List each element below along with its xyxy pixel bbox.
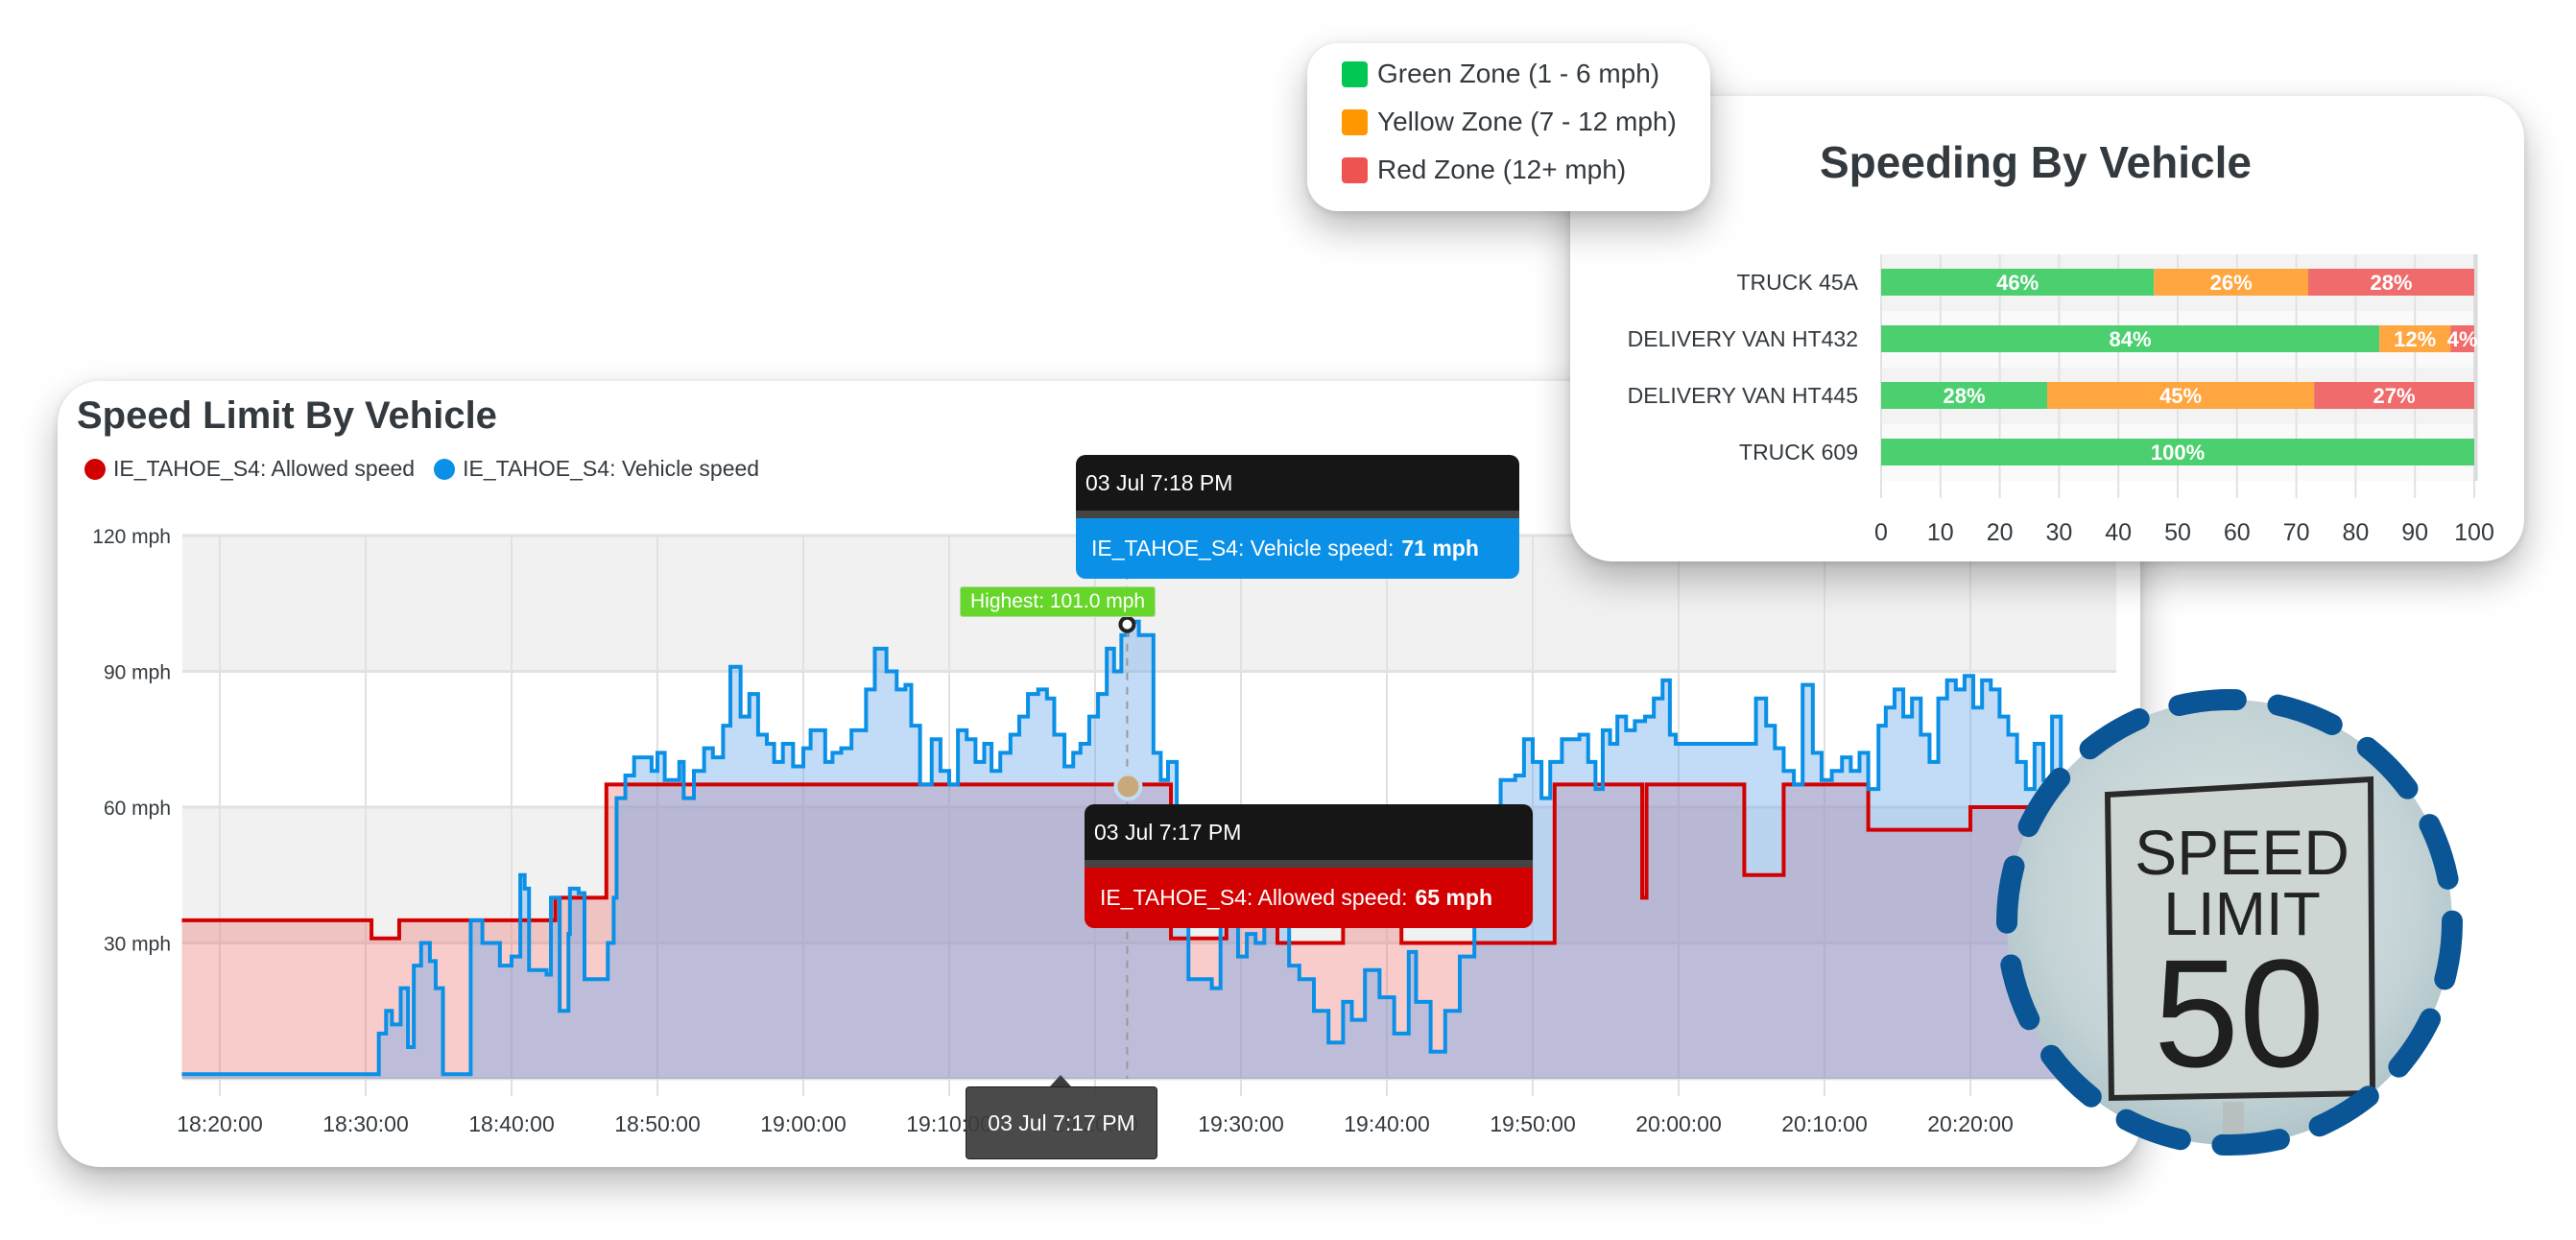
legend-yellow-zone[interactable]: Yellow Zone (7 - 12 mph): [1342, 107, 1677, 137]
bar-value-label: 46%: [1996, 271, 2039, 295]
tooltip-time: 03 Jul 7:17 PM: [1085, 804, 1533, 868]
bar-value-label: 12%: [2394, 327, 2436, 351]
yellow-swatch-icon: [1342, 108, 1368, 135]
highest-speed-label: Highest: 101.0 mph: [960, 586, 1157, 617]
legend-label: IE_TAHOE_S4: Allowed speed: [113, 456, 416, 481]
vehicle-speed-tooltip: 03 Jul 7:18 PM IE_TAHOE_S4: Vehicle spee…: [1076, 455, 1519, 579]
allowed-speed-tooltip: 03 Jul 7:17 PM IE_TAHOE_S4: Allowed spee…: [1085, 804, 1533, 928]
sign-text-speed: SPEED: [2135, 817, 2349, 888]
crosshair-time-label: 03 Jul 7:17 PM: [966, 1086, 1157, 1159]
legend-item-allowed-speed[interactable]: IE_TAHOE_S4: Allowed speed: [84, 456, 415, 482]
category-label: DELIVERY VAN HT445: [1628, 383, 1858, 408]
tooltip-time: 03 Jul 7:18 PM: [1076, 455, 1519, 518]
legend-green-zone[interactable]: Green Zone (1 - 6 mph): [1342, 59, 1659, 89]
red-swatch-icon: [1342, 156, 1368, 183]
legend-label: Green Zone (1 - 6 mph): [1377, 59, 1660, 88]
legend-red-zone[interactable]: Red Zone (12+ mph): [1342, 155, 1626, 185]
bar-value-label: 26%: [2210, 271, 2253, 295]
allowed-speed-dot-icon: [84, 458, 106, 480]
x-tick-label: 50: [2164, 519, 2191, 546]
bar-value-label: 45%: [2159, 384, 2202, 408]
bar-value-label: 28%: [1943, 384, 1985, 408]
bar-value-label: 100%: [2151, 441, 2205, 465]
crosshair-arrow-icon: [1050, 1075, 1071, 1086]
bar-value-label: 4%: [2447, 327, 2478, 351]
bar-value-label: 28%: [2370, 271, 2412, 295]
x-tick-label: 40: [2105, 519, 2132, 546]
zone-legend-card: Green Zone (1 - 6 mph) Yellow Zone (7 - …: [1307, 43, 1710, 211]
x-tick-label: 100: [2454, 519, 2494, 546]
legend-item-vehicle-speed[interactable]: IE_TAHOE_S4: Vehicle speed: [434, 456, 759, 482]
tooltip-value: 71 mph: [1401, 536, 1479, 560]
bar-value-label: 84%: [2110, 327, 2152, 351]
x-tick-label: 70: [2283, 519, 2310, 546]
x-tick-label: 20: [1987, 519, 2014, 546]
category-label: DELIVERY VAN HT432: [1628, 326, 1858, 351]
x-tick-label: 90: [2401, 519, 2428, 546]
x-tick-label: 30: [2045, 519, 2072, 546]
x-tick-label: 60: [2224, 519, 2251, 546]
series-legend: IE_TAHOE_S4: Allowed speed IE_TAHOE_S4: …: [84, 456, 778, 482]
x-tick-label: 80: [2342, 519, 2369, 546]
category-label: TRUCK 609: [1739, 440, 1858, 465]
green-swatch-icon: [1342, 60, 1368, 87]
category-label: TRUCK 45A: [1736, 270, 1858, 295]
speed-limit-sign-image: SPEED LIMIT 50: [1994, 687, 2465, 1157]
legend-label: Red Zone (12+ mph): [1377, 155, 1627, 184]
bar-value-label: 27%: [2373, 384, 2416, 408]
x-tick-label: 0: [1874, 519, 1888, 546]
legend-label: Yellow Zone (7 - 12 mph): [1377, 107, 1677, 136]
x-tick-label: 10: [1927, 519, 1954, 546]
speeding-bar-chart[interactable]: 0 10 20 30 40 50 60 70 80 90 100 TRUCK 45A 46% 26% 28%…: [1570, 96, 2524, 561]
tooltip-label: IE_TAHOE_S4: Vehicle speed:: [1091, 536, 1395, 560]
legend-label: IE_TAHOE_S4: Vehicle speed: [463, 456, 760, 481]
tooltip-value: 65 mph: [1415, 885, 1493, 910]
speeding-by-vehicle-card: Speeding By Vehicle 0 10 20 30 40 50 60 70 80 90 1…: [1570, 96, 2524, 561]
vehicle-speed-dot-icon: [434, 458, 456, 480]
speed-limit-title: Speed Limit By Vehicle: [77, 394, 497, 437]
sign-text-number: 50: [2154, 927, 2325, 1099]
tooltip-label: IE_TAHOE_S4: Allowed speed:: [1100, 885, 1408, 910]
